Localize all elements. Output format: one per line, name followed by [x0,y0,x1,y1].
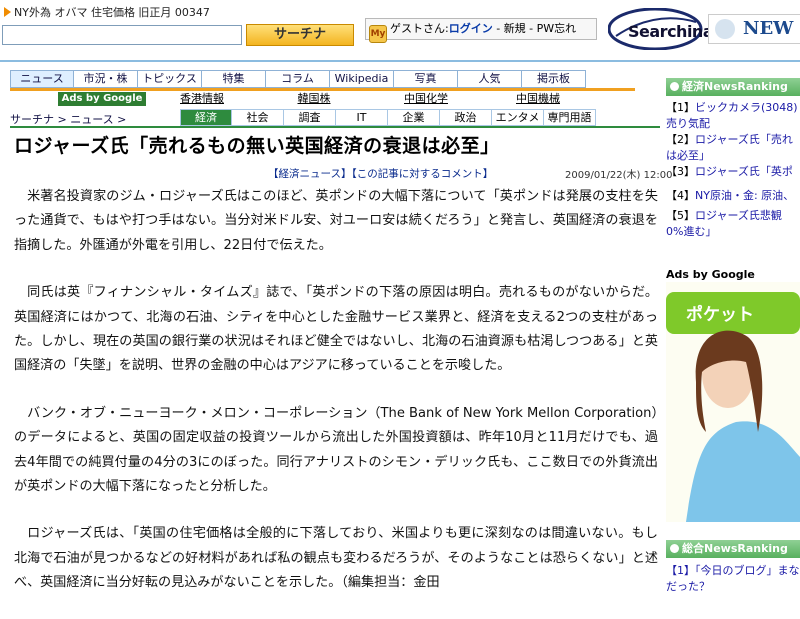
nav-news[interactable]: ニュース [10,70,74,88]
bullet-icon [670,544,679,553]
search-input[interactable] [2,25,242,45]
ticker-text: NY外為 オバマ 住宅価格 旧正月 00347 [14,6,210,19]
ranking-item[interactable]: 【5】ロジャーズ氏悲観 [666,208,800,224]
my-icon: My [369,25,387,43]
article-paragraph: 米著名投資家のジム・ロジャーズ氏はこのほど、英ポンドの大幅下落について「英ポンド… [14,189,658,253]
tab-companies[interactable]: 企業 [388,109,440,126]
ad-link[interactable]: 中国化学 [370,92,482,106]
main-nav: ニュース 市況・株 トピックス 特集 コラム Wikipedia 写真 人気 掲… [10,70,586,88]
ranking-item[interactable]: 【1】ビックカメラ(3048) [666,100,800,116]
new-banner[interactable]: NEW [708,14,800,44]
header-divider [0,60,800,62]
nav-underline [10,88,635,91]
password-reminder-link[interactable]: PW忘れ [537,22,577,35]
ranking-header-text: 経済NewsRanking [682,80,788,93]
banner-graphic-icon [715,19,735,39]
nav-topics[interactable]: トピックス [138,70,202,88]
article-title: ロジャーズ氏「売れるもの無い英国経済の衰退は必至」 [14,135,500,157]
ranking-item[interactable]: 【3】ロジャーズ氏「英ポ [666,164,800,180]
total-ranking-item[interactable]: 【1】「今日のブログ」まな だった？ [666,563,800,595]
category-underline [10,126,660,128]
news-ticker[interactable]: NY外為 オバマ 住宅価格 旧正月 00347 [4,4,210,20]
banner-text: NEW [743,18,794,39]
tab-survey[interactable]: 調査 [284,109,336,126]
nav-popular[interactable]: 人気 [458,70,522,88]
ad-text: ポケット [686,305,754,325]
nav-wikipedia[interactable]: Wikipedia [330,70,394,88]
login-link[interactable]: ログイン [449,22,493,35]
separator: - [492,22,504,35]
nav-column[interactable]: コラム [266,70,330,88]
article-meta: 【経済ニュース】【この記事に対するコメント】 [268,166,493,181]
ad-link[interactable]: 中国機械 [482,92,594,106]
ranking-item[interactable]: 【4】NY原油・金: 原油、 [666,188,800,204]
breadcrumb[interactable]: サーチナ > ニュース > [10,111,126,127]
article-date: 2009/01/22(木) 12:00 [565,170,673,181]
tab-glossary[interactable]: 専門用語 [544,109,596,126]
guest-label: ゲストさん: [390,22,449,35]
category-link[interactable]: 【経済ニュース】 [268,168,351,180]
nav-markets[interactable]: 市況・株 [74,70,138,88]
ranking-item[interactable]: 0%進む」 [666,224,800,240]
comment-link[interactable]: 【この記事に対するコメント】 [351,168,493,180]
search-button[interactable]: サーチナ [246,24,354,46]
total-ranking-header-text: 総合NewsRanking [682,542,788,555]
tab-economy[interactable]: 経済 [180,109,232,126]
ranking-header: 経済NewsRanking [666,78,800,96]
article-paragraph: バンク・オブ・ニューヨーク・メロン・コーポレーション（The Bank of N… [14,405,658,495]
nav-photos[interactable]: 写真 [394,70,458,88]
ranking-item[interactable]: 【2】ロジャーズ氏「売れ [666,132,800,148]
article-body: 米著名投資家のジム・ロジャーズ氏はこのほど、英ポンドの大幅下落について「英ポンド… [14,185,658,619]
logo-text: Searchina [628,22,714,41]
account-bar: My ゲストさん:ログイン - 新規 - PW忘れ [365,18,597,43]
bullet-icon [670,82,679,91]
tab-society[interactable]: 社会 [232,109,284,126]
ad-link[interactable]: 韓国株 [258,92,370,106]
separator: - [525,22,537,35]
register-link[interactable]: 新規 [504,22,526,35]
ranking-list: 【1】ビックカメラ(3048) 売り気配 【2】ロジャーズ氏「売れ は必至」 【… [666,100,800,240]
arrow-icon [4,7,11,17]
total-ranking-header: 総合NewsRanking [666,540,800,558]
ads-by-google-label[interactable]: Ads by Google [58,92,146,106]
tab-it[interactable]: IT [336,109,388,126]
article-paragraph: ロジャーズ氏は、「英国の住宅価格は全般的に下落しており、米国よりも更に深刻なのは… [14,526,658,591]
ranking-item[interactable]: は必至」 [666,148,800,164]
ranking-item[interactable]: 売り気配 [666,116,800,132]
ads-by-google-label[interactable]: Ads by Google [666,268,755,281]
ad-banner[interactable]: ポケット [666,282,800,522]
ad-links-row: Ads by Google 香港情報 韓国株 中国化学 中国機械 [58,92,594,106]
nav-features[interactable]: 特集 [202,70,266,88]
article-paragraph: 同氏は英『フィナンシャル・タイムズ』誌で、「英ポンドの下落の原因は明白。売れるも… [14,285,658,374]
tab-entertainment[interactable]: エンタメ [492,109,544,126]
category-tabs: 経済 社会 調査 IT 企業 政治 エンタメ 専門用語 [180,109,596,126]
tab-politics[interactable]: 政治 [440,109,492,126]
ad-link[interactable]: 香港情報 [146,92,258,106]
nav-board[interactable]: 掲示板 [522,70,586,88]
